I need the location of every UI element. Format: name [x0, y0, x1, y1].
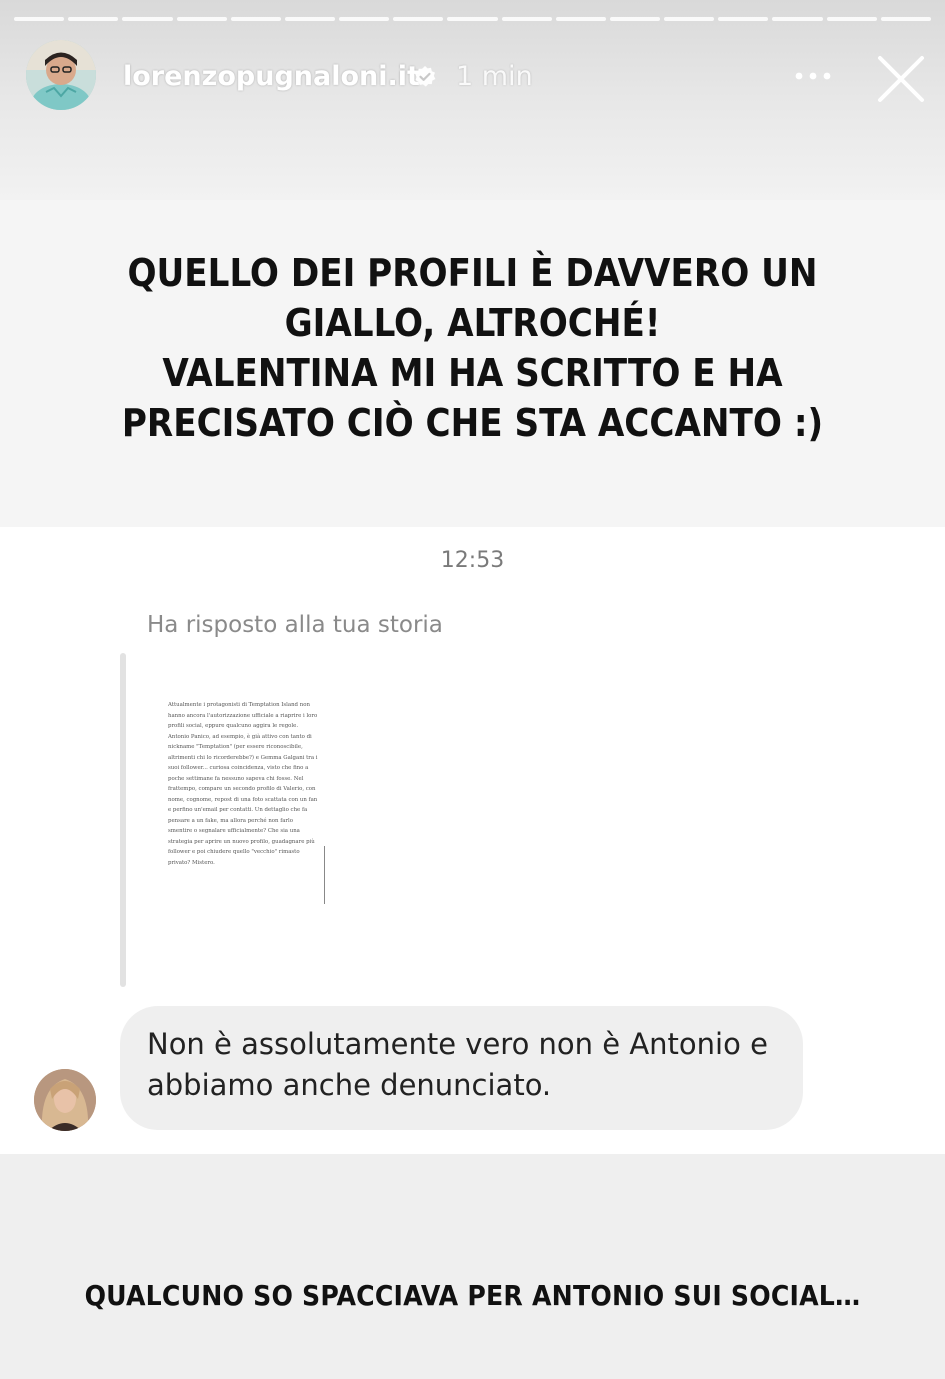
headline-line: GIALLO, ALTROCHÉ! — [284, 301, 661, 345]
progress-segment — [880, 17, 931, 21]
progress-segment — [447, 17, 498, 21]
headline-line: VALENTINA MI HA SCRITTO E HA — [162, 351, 783, 395]
progress-segment — [826, 17, 877, 21]
sender-avatar[interactable] — [34, 1069, 96, 1131]
progress-segment — [609, 17, 661, 21]
author-avatar[interactable] — [26, 40, 96, 110]
progress-segment — [718, 17, 769, 21]
progress-segment — [772, 17, 823, 21]
reply-to-story-label: Ha risposto alla tua storia — [147, 612, 443, 638]
quoted-story-line — [324, 846, 325, 904]
story-header: lorenzopugnaloni.it 1 min — [0, 38, 945, 118]
progress-segment — [176, 17, 227, 21]
more-dots-icon[interactable] — [793, 66, 833, 86]
progress-segment — [230, 17, 281, 21]
headline-line: PRECISATO CIÒ CHE STA ACCANTO :) — [121, 401, 824, 445]
progress-segment — [393, 17, 444, 21]
quote-bar — [120, 653, 126, 987]
headline-line: QUELLO DEI PROFILI È DAVVERO UN — [127, 251, 818, 295]
story-caption: QUALCUNO SO SPACCIAVA PER ANTONIO SUI SO… — [84, 1279, 861, 1312]
story-progress-bar — [14, 17, 931, 21]
message-timestamp: 12:53 — [440, 548, 505, 573]
progress-segment — [501, 17, 552, 21]
quoted-story-text: Attualmente i protagonisti di Temptation… — [168, 702, 318, 866]
progress-segment — [14, 17, 65, 21]
progress-segment — [284, 17, 336, 21]
verified-badge-icon — [413, 65, 437, 89]
close-icon[interactable] — [876, 54, 926, 104]
story-time-ago: 1 min — [456, 61, 533, 92]
quoted-story-thumbnail[interactable]: Attualmente i protagonisti di Temptation… — [168, 700, 328, 910]
progress-segment — [664, 17, 715, 21]
author-username[interactable]: lorenzopugnaloni.it — [123, 61, 420, 92]
story-headline: QUELLO DEI PROFILI È DAVVERO UN GIALLO, … — [60, 248, 885, 448]
progress-segment — [122, 17, 173, 21]
progress-segment — [339, 17, 390, 21]
progress-segment — [555, 17, 606, 21]
message-text: Non è assolutamente vero non è Antonio e… — [147, 1027, 768, 1102]
progress-segment — [68, 17, 119, 21]
